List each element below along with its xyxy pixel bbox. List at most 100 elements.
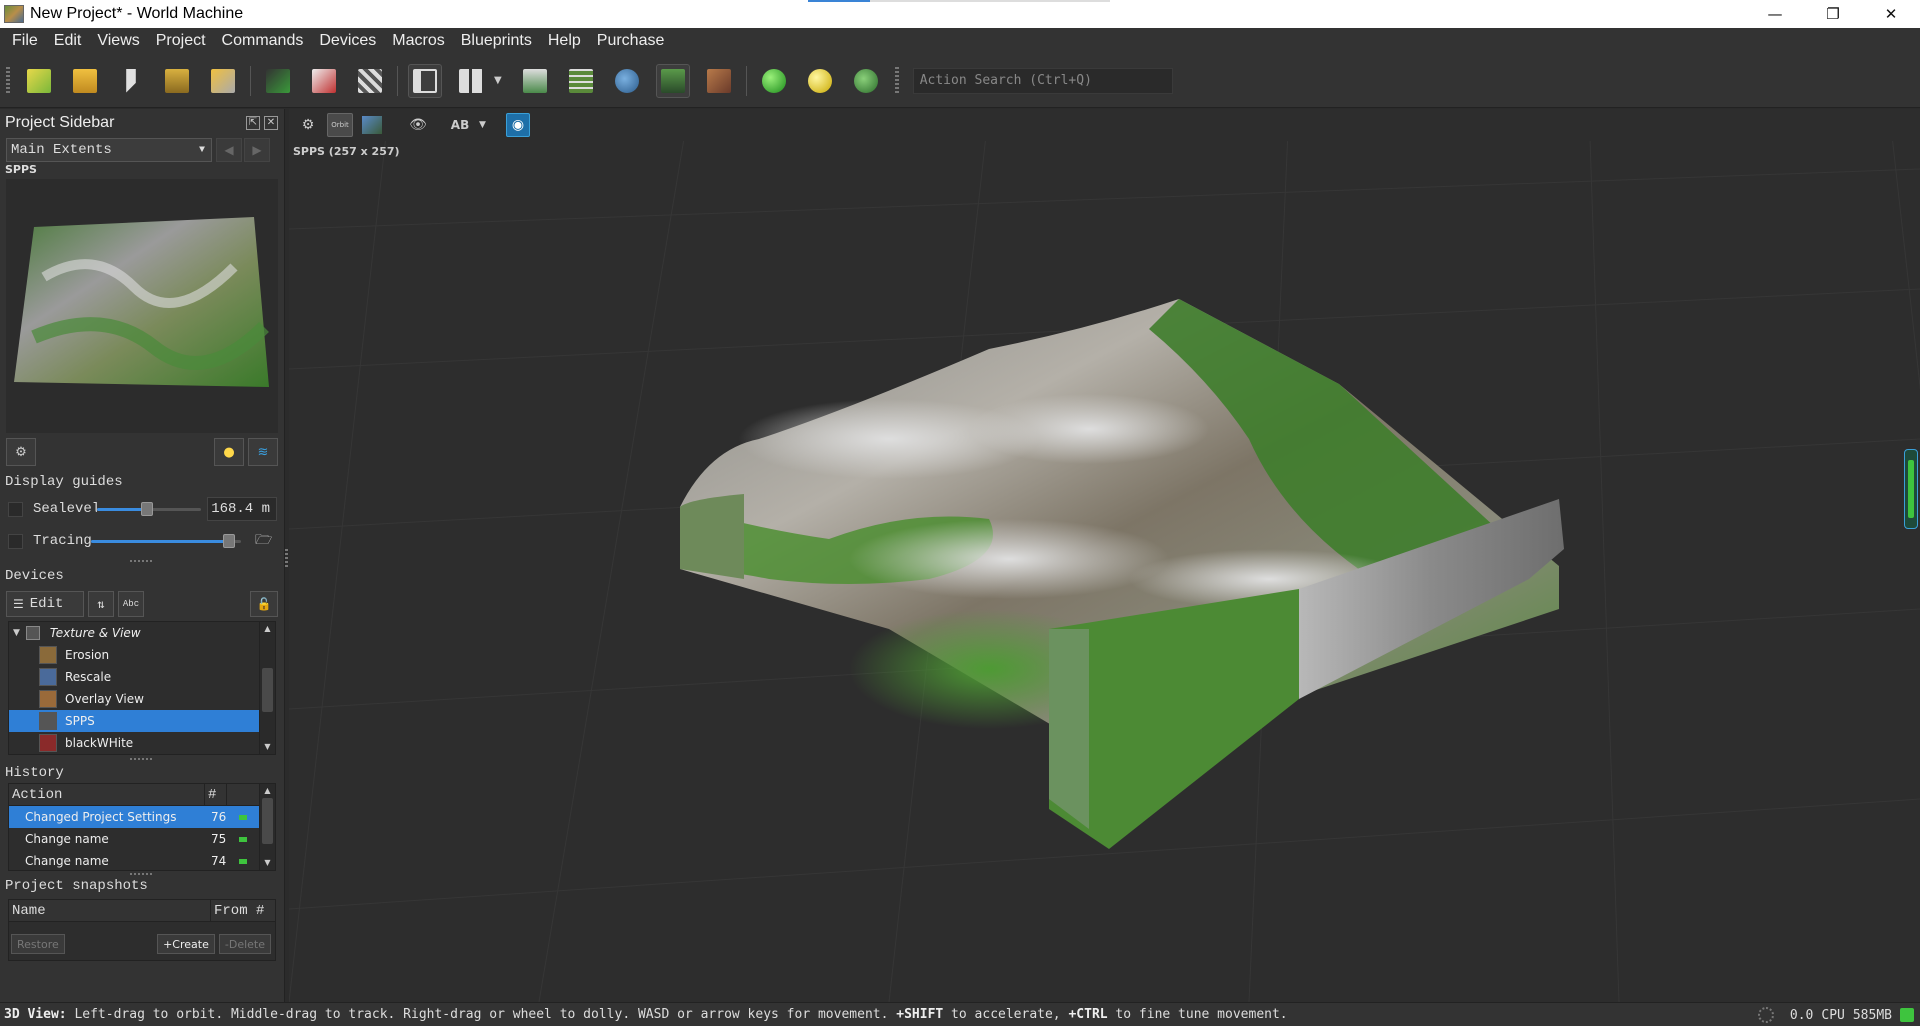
float-panel-icon[interactable]: ⇱ bbox=[246, 116, 260, 130]
history-row[interactable]: Change name 75 bbox=[9, 828, 259, 850]
extents-value: Main Extents bbox=[11, 142, 112, 158]
scrollbar-thumb[interactable] bbox=[262, 798, 273, 844]
build-button[interactable] bbox=[261, 64, 295, 98]
sort-button[interactable]: ⇅ bbox=[88, 591, 114, 617]
menu-file[interactable]: File bbox=[4, 32, 46, 50]
world-view-button[interactable] bbox=[610, 64, 644, 98]
sealevel-slider[interactable] bbox=[97, 502, 201, 516]
viewport-height-widget[interactable] bbox=[1904, 449, 1918, 529]
prev-extent-button[interactable]: ◀ bbox=[216, 138, 242, 162]
sealevel-input[interactable]: 168.4 m bbox=[207, 497, 277, 521]
tiled-build-button[interactable] bbox=[353, 64, 387, 98]
panel-splitter[interactable] bbox=[0, 755, 284, 763]
menu-purchase[interactable]: Purchase bbox=[589, 32, 673, 50]
lock-button[interactable]: 🔓 bbox=[250, 591, 278, 617]
close-button[interactable]: ✕ bbox=[1862, 0, 1920, 28]
abc-sort-button[interactable]: Abc bbox=[118, 591, 144, 617]
scroll-down-icon[interactable]: ▼ bbox=[260, 740, 275, 754]
menu-blueprints[interactable]: Blueprints bbox=[453, 32, 540, 50]
restore-button[interactable]: ❐ bbox=[1804, 0, 1862, 28]
edit-device-button[interactable]: ☰ Edit bbox=[6, 591, 84, 617]
status-lock-icon[interactable] bbox=[1900, 1008, 1914, 1022]
sidebar-toggle-button[interactable] bbox=[408, 63, 442, 98]
devices-scrollbar[interactable]: ▲ ▼ bbox=[259, 622, 275, 754]
menu-views[interactable]: Views bbox=[89, 32, 147, 50]
layout-button[interactable] bbox=[454, 64, 488, 98]
lighting-button[interactable]: ● bbox=[214, 438, 244, 466]
device-row[interactable]: Overlay View bbox=[9, 688, 259, 710]
device-group-row[interactable]: ▼ Texture & View bbox=[9, 622, 275, 644]
menu-commands[interactable]: Commands bbox=[214, 32, 312, 50]
slider-handle[interactable] bbox=[223, 534, 235, 548]
device-workview-button[interactable] bbox=[518, 64, 552, 98]
devices-toolbar: ☰ Edit ⇅ Abc 🔓 bbox=[0, 587, 284, 621]
water-button[interactable]: ≋ bbox=[248, 438, 278, 466]
sealevel-checkbox[interactable] bbox=[8, 501, 23, 517]
preview-settings-button[interactable]: ⚙ bbox=[6, 438, 36, 466]
snapshots-col-from[interactable]: From # bbox=[211, 900, 275, 922]
world-grid-button[interactable] bbox=[849, 64, 883, 98]
menu-help[interactable]: Help bbox=[540, 32, 589, 50]
toolbar-separator bbox=[397, 65, 398, 96]
expand-icon[interactable]: ▼ bbox=[13, 628, 20, 638]
green-status-button[interactable] bbox=[757, 64, 791, 98]
water-icon: ≋ bbox=[257, 444, 269, 460]
menu-edit[interactable]: Edit bbox=[46, 32, 90, 50]
extents-select[interactable]: Main Extents ▼ bbox=[6, 138, 212, 162]
menu-bar: File Edit Views Project Commands Devices… bbox=[0, 28, 1920, 54]
minimize-button[interactable]: — bbox=[1746, 0, 1804, 28]
device-row[interactable]: Erosion bbox=[9, 644, 259, 666]
build-extents-button[interactable] bbox=[307, 64, 341, 98]
menu-devices[interactable]: Devices bbox=[311, 32, 384, 50]
folder-icon[interactable]: 🗁 bbox=[255, 529, 272, 553]
scrollbar-thumb[interactable] bbox=[262, 668, 273, 712]
scroll-up-icon[interactable]: ▲ bbox=[260, 784, 275, 798]
open-project-button[interactable] bbox=[68, 64, 102, 98]
export-button[interactable] bbox=[206, 64, 240, 98]
slider-handle[interactable] bbox=[140, 502, 153, 516]
delete-snapshot-button[interactable]: -Delete bbox=[218, 934, 271, 954]
green-orb-icon bbox=[761, 68, 786, 93]
save-icon bbox=[165, 68, 189, 93]
new-project-button[interactable] bbox=[22, 64, 56, 98]
device-row[interactable]: blackWHite bbox=[9, 732, 259, 754]
yellow-status-button[interactable] bbox=[803, 64, 837, 98]
device-row[interactable]: Rescale bbox=[9, 666, 259, 688]
history-scrollbar[interactable]: ▲ ▼ bbox=[259, 784, 275, 870]
close-panel-icon[interactable]: ✕ bbox=[264, 116, 278, 130]
toolbar-grip[interactable] bbox=[6, 66, 10, 95]
layout-dropdown-icon[interactable]: ▼ bbox=[494, 75, 502, 86]
toolbar-grip[interactable] bbox=[894, 66, 899, 95]
workview-icon bbox=[522, 68, 547, 93]
history-col-num[interactable]: # bbox=[205, 783, 227, 806]
layout-view-button[interactable] bbox=[564, 64, 598, 98]
history-row[interactable]: Change name 74 bbox=[9, 850, 259, 872]
snapshots-col-name[interactable]: Name bbox=[9, 899, 211, 922]
sidebar-resize-handle[interactable] bbox=[285, 549, 288, 569]
scroll-down-icon[interactable]: ▼ bbox=[260, 856, 275, 870]
menu-project[interactable]: Project bbox=[148, 32, 214, 50]
history-row[interactable]: Changed Project Settings 76 bbox=[9, 806, 259, 828]
history-col-action[interactable]: Action bbox=[9, 783, 205, 806]
create-snapshot-button[interactable]: +Create bbox=[157, 934, 215, 954]
action-search-input[interactable]: Action Search (Ctrl+Q) bbox=[912, 67, 1173, 94]
next-extent-button[interactable]: ▶ bbox=[244, 138, 270, 162]
menu-macros[interactable]: Macros bbox=[384, 32, 452, 50]
3d-viewport[interactable]: ⚙ Orbit 👁 AB ▼ ◉ SPPS (257 x 257) bbox=[289, 109, 1920, 1002]
scroll-up-icon[interactable]: ▲ bbox=[260, 622, 275, 636]
save-button[interactable] bbox=[160, 64, 194, 98]
terrain-snow-ridge bbox=[849, 519, 1169, 599]
title-bar: New Project* - World Machine — ❐ ✕ bbox=[0, 0, 1920, 28]
help-button[interactable] bbox=[114, 64, 148, 98]
tracing-checkbox[interactable] bbox=[8, 533, 23, 549]
texture-view-button[interactable] bbox=[702, 64, 736, 98]
terrain-preview[interactable] bbox=[6, 179, 278, 433]
slider-fill bbox=[91, 540, 229, 543]
tracing-slider[interactable] bbox=[91, 534, 241, 548]
panel-splitter[interactable] bbox=[0, 557, 284, 565]
restore-snapshot-button[interactable]: Restore bbox=[11, 934, 65, 954]
device-row[interactable]: SPPS bbox=[9, 710, 259, 732]
devices-list: ▼ Texture & View Erosion Rescale Overlay V… bbox=[8, 621, 276, 755]
3d-view-button[interactable] bbox=[655, 63, 690, 98]
abc-sort-label: Abc bbox=[122, 599, 140, 609]
